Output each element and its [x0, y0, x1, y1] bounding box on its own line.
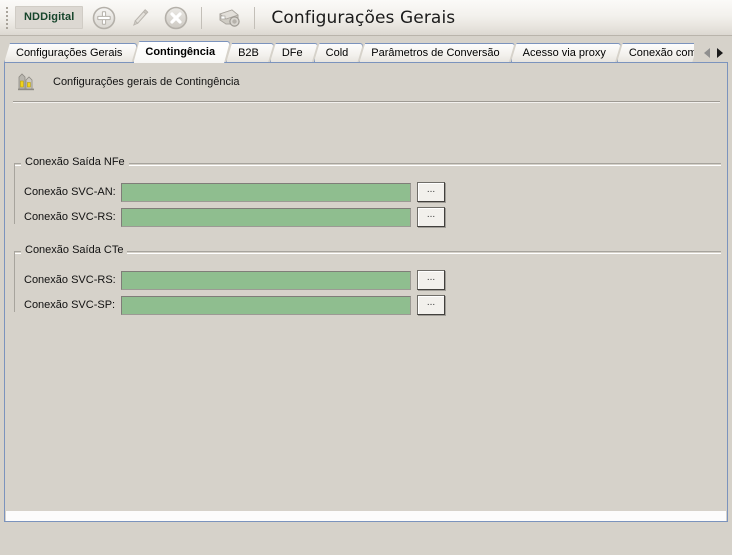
field-row-conexao-svc-sp: Conexão SVC-SP: ... [24, 295, 445, 315]
group-conexao-saida-nfe: Conexão Saída NFe Conexão SVC-AN: ... Co… [14, 156, 721, 227]
canvas-white-area [6, 511, 726, 521]
tab-label: Conexão com o banco de [628, 47, 688, 59]
tab-label: B2B [238, 47, 259, 59]
print-camera-icon[interactable] [214, 3, 244, 33]
tab-label: Cold [325, 47, 349, 59]
group-conexao-saida-cte: Conexão Saída CTe Conexão SVC-RS: ... Co… [14, 244, 721, 315]
conexao-svc-rs-cte-input[interactable] [121, 270, 411, 290]
form-canvas: Conexão Saída NFe Conexão SVC-AN: ... Co… [6, 104, 726, 521]
conexao-svc-rs-nfe-input[interactable] [121, 207, 411, 227]
field-row-conexao-svc-rs-cte: Conexão SVC-RS: ... [24, 270, 445, 290]
tab-b2b[interactable]: B2B [226, 43, 274, 63]
browse-button-label: ... [426, 296, 436, 308]
tab-list: Configurações Gerais Contingência B2B DF… [4, 41, 694, 63]
field-label: Conexão SVC-AN: [24, 186, 116, 198]
tab-scroll-right-icon[interactable] [717, 48, 723, 58]
field-row-conexao-svc-an: Conexão SVC-AN: ... [24, 182, 445, 202]
tab-label: Contingência [145, 46, 216, 58]
browse-button-label: ... [426, 271, 436, 283]
panel-header-title: Configurações gerais de Contingência [53, 75, 240, 88]
tab-label: DFe [281, 47, 303, 59]
conexao-svc-sp-input[interactable] [121, 295, 411, 315]
application-window: NDDigital Configurações Gerais Configura… [0, 0, 732, 555]
tab-strip: Configurações Gerais Contingência B2B DF… [4, 41, 728, 63]
tab-dfe[interactable]: DFe [270, 43, 318, 63]
tab-label: Acesso via proxy [522, 47, 606, 59]
tab-contingencia[interactable]: Contingência [133, 41, 230, 63]
cancel-circle-icon[interactable] [161, 3, 191, 33]
nddigital-logo-label: NDDigital [24, 11, 75, 23]
tab-scroll-controls [694, 43, 728, 63]
toolbar-separator-2 [254, 6, 256, 29]
nddigital-logo-button[interactable]: NDDigital [15, 6, 84, 29]
main-toolbar: NDDigital Configurações Gerais [0, 0, 732, 36]
panel-header: Configurações gerais de Contingência [5, 63, 727, 100]
field-label: Conexão SVC-SP: [24, 299, 116, 311]
conexao-svc-rs-cte-browse-button[interactable]: ... [417, 270, 445, 290]
group-title: Conexão Saída NFe [21, 156, 129, 169]
panel-header-divider [13, 101, 720, 103]
toolbar-separator-1 [201, 6, 203, 29]
tab-cold[interactable]: Cold [314, 43, 364, 63]
tab-scroll-left-icon[interactable] [704, 48, 710, 58]
conexao-svc-an-browse-button[interactable]: ... [417, 182, 445, 202]
add-icon[interactable] [89, 3, 119, 33]
conexao-svc-an-input[interactable] [121, 182, 411, 202]
conexao-svc-rs-nfe-browse-button[interactable]: ... [417, 207, 445, 227]
browse-button-label: ... [426, 208, 436, 220]
field-row-conexao-svc-rs-nfe: Conexão SVC-RS: ... [24, 207, 445, 227]
factory-icon [15, 71, 39, 93]
footer-bar: Remover Gravar [0, 522, 732, 555]
edit-pencil-icon[interactable] [125, 3, 155, 33]
tab-content-panel: Configurações gerais de Contingência Con… [4, 62, 728, 522]
tab-conexao-com-o-banco-de-dados[interactable]: Conexão com o banco de [617, 43, 694, 63]
browse-button-label: ... [426, 183, 436, 195]
tab-configuracoes-gerais[interactable]: Configurações Gerais [4, 43, 137, 63]
conexao-svc-sp-browse-button[interactable]: ... [417, 295, 445, 315]
tab-parametros-de-conversao[interactable]: Parâmetros de Conversão [359, 43, 514, 63]
field-label: Conexão SVC-RS: [24, 274, 116, 286]
field-label: Conexão SVC-RS: [24, 211, 116, 223]
toolbar-title: Configurações Gerais [271, 7, 456, 28]
toolbar-drag-grip[interactable] [3, 5, 11, 31]
tab-label: Parâmetros de Conversão [371, 47, 500, 59]
tab-label: Configurações Gerais [16, 47, 123, 59]
tab-acesso-via-proxy[interactable]: Acesso via proxy [511, 43, 621, 63]
group-title: Conexão Saída CTe [21, 244, 128, 257]
